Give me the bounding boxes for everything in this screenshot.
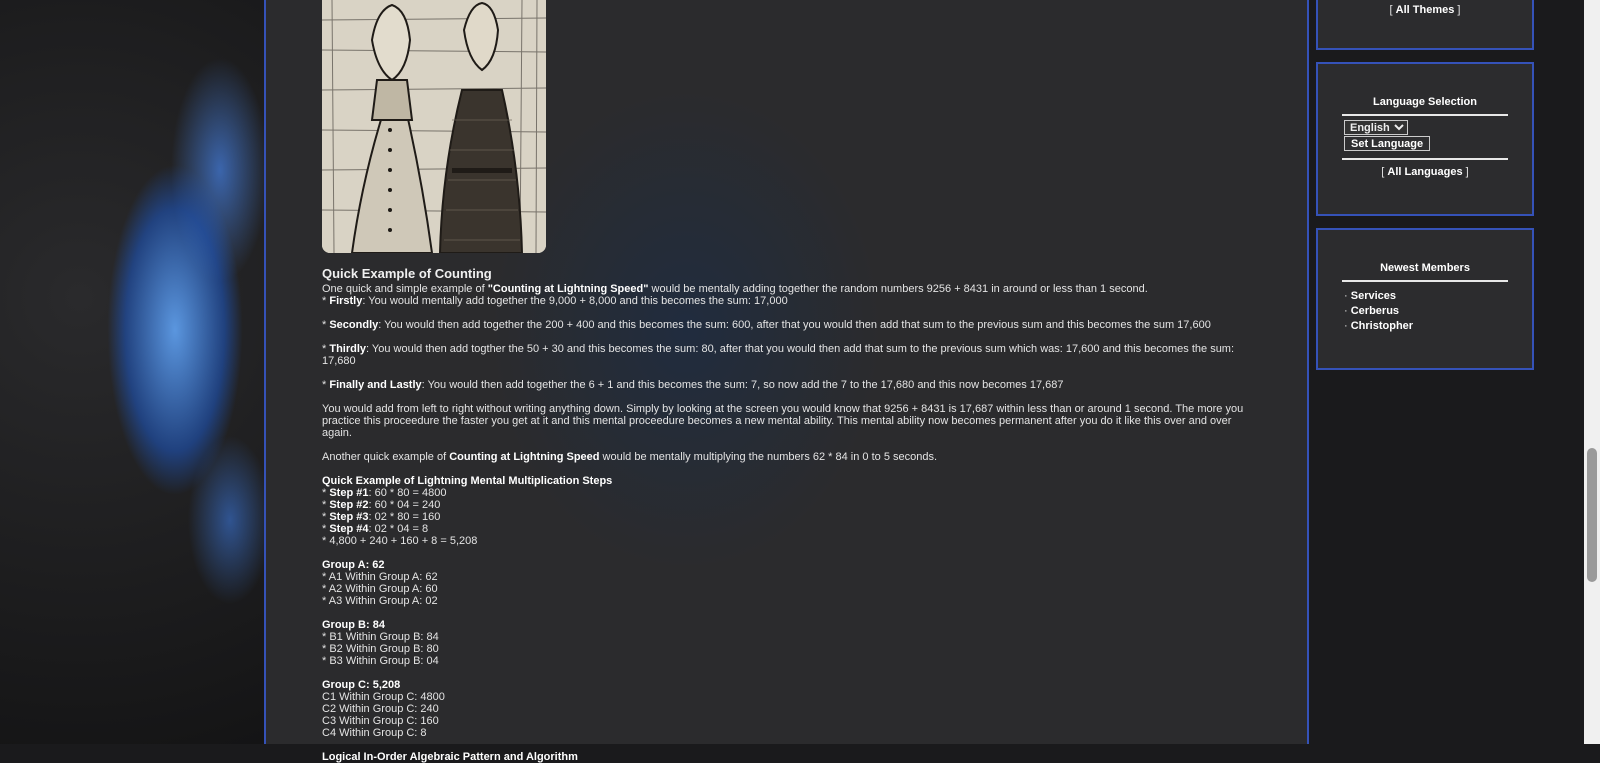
group-b-item: * B3 Within Group B: 04 <box>322 655 439 667</box>
all-themes-link[interactable]: All Themes <box>1396 4 1455 16</box>
article: Quick Example of Counting One quick and … <box>322 0 1262 763</box>
bullet-icon: · <box>1344 290 1348 302</box>
scrollbar-thumb[interactable] <box>1587 448 1597 582</box>
group-a-item: * A2 Within Group A: 60 <box>322 583 438 595</box>
scrollbar[interactable] <box>1584 0 1600 744</box>
group-b-title: Group B: 84 <box>322 619 385 631</box>
multiplication-heading: Quick Example of Lightning Mental Multip… <box>322 475 613 487</box>
group-a-title: Group A: 62 <box>322 559 385 571</box>
group-a-item: * A3 Within Group A: 02 <box>322 595 438 607</box>
group-c-item: C2 Within Group C: 240 <box>322 703 439 715</box>
divider <box>1342 280 1508 282</box>
section-title: Quick Example of Counting <box>322 266 492 281</box>
article-illustration <box>322 0 546 253</box>
themes-panel: [ All Themes ] <box>1316 0 1534 50</box>
member-list: · Services · Cerberus · Christopher <box>1344 289 1532 334</box>
list-item: · Christopher <box>1344 319 1532 334</box>
step-lastly: * Finally and Lastly: You would then add… <box>322 379 1064 391</box>
language-select[interactable]: English <box>1344 120 1408 135</box>
member-link[interactable]: Cerberus <box>1351 305 1399 317</box>
group-c-item: C3 Within Group C: 160 <box>322 715 439 727</box>
mult-total: * 4,800 + 240 + 160 + 8 = 5,208 <box>322 535 478 547</box>
background-artwork <box>0 0 265 744</box>
member-link[interactable]: Christopher <box>1351 320 1413 332</box>
step-firstly: * Firstly: You would mentally add togeth… <box>322 295 788 307</box>
step-secondly: * Secondly: You would then add together … <box>322 319 1211 331</box>
group-c-item: C1 Within Group C: 4800 <box>322 691 445 703</box>
set-language-button[interactable]: Set Language <box>1344 136 1431 151</box>
multiplication-intro: Another quick example of Counting at Lig… <box>322 451 938 463</box>
group-b-item: * B2 Within Group B: 80 <box>322 643 439 655</box>
all-languages-link[interactable]: All Languages <box>1387 166 1462 178</box>
group-a-item: * A1 Within Group A: 62 <box>322 571 438 583</box>
main-content: Quick Example of Counting One quick and … <box>264 0 1309 763</box>
mult-step: * Step #1: 60 * 80 = 4800 <box>322 487 447 499</box>
language-panel: Language Selection English Set Language … <box>1316 62 1534 216</box>
group-c-item: C4 Within Group C: 8 <box>322 727 427 739</box>
group-c-title: Group C: 5,208 <box>322 679 401 691</box>
divider <box>1342 114 1508 116</box>
bullet-icon: · <box>1344 305 1348 317</box>
list-item: · Cerberus <box>1344 304 1532 319</box>
divider <box>1342 158 1508 160</box>
bullet-icon: · <box>1344 320 1348 332</box>
mult-step: * Step #3: 02 * 80 = 160 <box>322 511 441 523</box>
newest-members-title: Newest Members <box>1380 262 1470 274</box>
language-panel-title: Language Selection <box>1373 96 1477 108</box>
explanation-paragraph: You would add from left to right without… <box>322 403 1244 439</box>
intro-paragraph: One quick and simple example of "Countin… <box>322 283 1148 295</box>
group-b-item: * B1 Within Group B: 84 <box>322 631 439 643</box>
newest-members-panel: Newest Members · Services · Cerberus · C… <box>1316 228 1534 370</box>
all-languages-link-wrapper: [ All Languages ] <box>1381 166 1469 178</box>
list-item: · Services <box>1344 289 1532 304</box>
member-link[interactable]: Services <box>1351 290 1396 302</box>
next-section-heading: Logical In-Order Algebraic Pattern and A… <box>322 751 578 763</box>
step-thirdly: * Thirdly: You would then add togther th… <box>322 343 1235 367</box>
mult-step: * Step #2: 60 * 04 = 240 <box>322 499 441 511</box>
mult-step: * Step #4: 02 * 04 = 8 <box>322 523 429 535</box>
all-themes-link-wrapper: [ All Themes ] <box>1389 4 1461 16</box>
